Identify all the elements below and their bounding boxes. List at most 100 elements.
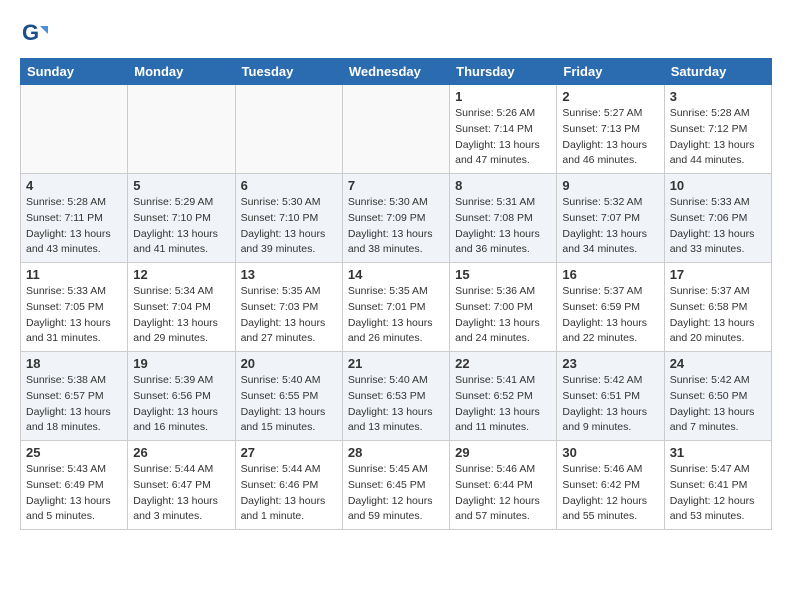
day-number: 18 [26, 356, 122, 371]
calendar-cell: 20 Sunrise: 5:40 AMSunset: 6:55 PMDayligh… [235, 352, 342, 441]
calendar-table: SundayMondayTuesdayWednesdayThursdayFrid… [20, 58, 772, 530]
logo-icon: G [20, 20, 48, 48]
day-info: Sunrise: 5:33 AMSunset: 7:05 PMDaylight:… [26, 285, 111, 344]
day-info: Sunrise: 5:46 AMSunset: 6:44 PMDaylight:… [455, 463, 540, 522]
day-number: 24 [670, 356, 766, 371]
calendar-cell: 14 Sunrise: 5:35 AMSunset: 7:01 PMDayligh… [342, 263, 449, 352]
calendar-cell: 9 Sunrise: 5:32 AMSunset: 7:07 PMDaylight… [557, 174, 664, 263]
col-header-thursday: Thursday [450, 59, 557, 85]
day-number: 1 [455, 89, 551, 104]
day-number: 9 [562, 178, 658, 193]
day-number: 5 [133, 178, 229, 193]
svg-text:G: G [22, 20, 39, 45]
day-number: 31 [670, 445, 766, 460]
calendar-cell: 30Sunrise: 5:46 AMSunset: 6:42 PMDayligh… [557, 441, 664, 530]
day-number: 17 [670, 267, 766, 282]
day-info: Sunrise: 5:32 AMSunset: 7:07 PMDaylight:… [562, 196, 647, 255]
calendar-cell: 22 Sunrise: 5:41 AMSunset: 6:52 PMDayligh… [450, 352, 557, 441]
day-info: Sunrise: 5:28 AMSunset: 7:11 PMDaylight:… [26, 196, 111, 255]
col-header-sunday: Sunday [21, 59, 128, 85]
day-number: 19 [133, 356, 229, 371]
day-number: 15 [455, 267, 551, 282]
day-number: 13 [241, 267, 337, 282]
calendar-cell: 17 Sunrise: 5:37 AMSunset: 6:58 PMDayligh… [664, 263, 771, 352]
col-header-monday: Monday [128, 59, 235, 85]
calendar-cell: 27 Sunrise: 5:44 AMSunset: 6:46 PMDayligh… [235, 441, 342, 530]
day-info: Sunrise: 5:44 AMSunset: 6:46 PMDaylight:… [241, 463, 326, 522]
day-info: Sunrise: 5:46 AMSunset: 6:42 PMDaylight:… [562, 463, 647, 522]
day-info: Sunrise: 5:37 AMSunset: 6:58 PMDaylight:… [670, 285, 755, 344]
day-info: Sunrise: 5:29 AMSunset: 7:10 PMDaylight:… [133, 196, 218, 255]
day-number: 7 [348, 178, 444, 193]
day-number: 16 [562, 267, 658, 282]
day-info: Sunrise: 5:45 AMSunset: 6:45 PMDaylight:… [348, 463, 433, 522]
day-info: Sunrise: 5:34 AMSunset: 7:04 PMDaylight:… [133, 285, 218, 344]
calendar-cell: 18Sunrise: 5:38 AMSunset: 6:57 PMDayligh… [21, 352, 128, 441]
day-info: Sunrise: 5:35 AMSunset: 7:03 PMDaylight:… [241, 285, 326, 344]
calendar-cell: 24Sunrise: 5:42 AMSunset: 6:50 PMDayligh… [664, 352, 771, 441]
calendar-cell: 25 Sunrise: 5:43 AMSunset: 6:49 PMDayligh… [21, 441, 128, 530]
col-header-wednesday: Wednesday [342, 59, 449, 85]
calendar-week-1: 1 Sunrise: 5:26 AMSunset: 7:14 PMDaylight… [21, 85, 772, 174]
calendar-cell: 8 Sunrise: 5:31 AMSunset: 7:08 PMDaylight… [450, 174, 557, 263]
day-info: Sunrise: 5:27 AMSunset: 7:13 PMDaylight:… [562, 107, 647, 166]
calendar-cell: 28 Sunrise: 5:45 AMSunset: 6:45 PMDayligh… [342, 441, 449, 530]
day-info: Sunrise: 5:41 AMSunset: 6:52 PMDaylight:… [455, 374, 540, 433]
col-header-friday: Friday [557, 59, 664, 85]
logo: G [20, 20, 52, 48]
calendar-cell: 15 Sunrise: 5:36 AMSunset: 7:00 PMDayligh… [450, 263, 557, 352]
day-number: 27 [241, 445, 337, 460]
calendar-body: 1 Sunrise: 5:26 AMSunset: 7:14 PMDaylight… [21, 85, 772, 530]
calendar-cell [235, 85, 342, 174]
day-info: Sunrise: 5:28 AMSunset: 7:12 PMDaylight:… [670, 107, 755, 166]
calendar-cell: 10Sunrise: 5:33 AMSunset: 7:06 PMDayligh… [664, 174, 771, 263]
calendar-cell: 26Sunrise: 5:44 AMSunset: 6:47 PMDayligh… [128, 441, 235, 530]
day-info: Sunrise: 5:35 AMSunset: 7:01 PMDaylight:… [348, 285, 433, 344]
day-number: 3 [670, 89, 766, 104]
day-info: Sunrise: 5:31 AMSunset: 7:08 PMDaylight:… [455, 196, 540, 255]
day-info: Sunrise: 5:36 AMSunset: 7:00 PMDaylight:… [455, 285, 540, 344]
calendar-cell: 4 Sunrise: 5:28 AMSunset: 7:11 PMDaylight… [21, 174, 128, 263]
day-info: Sunrise: 5:40 AMSunset: 6:53 PMDaylight:… [348, 374, 433, 433]
calendar-cell: 11 Sunrise: 5:33 AMSunset: 7:05 PMDayligh… [21, 263, 128, 352]
calendar-cell [342, 85, 449, 174]
day-info: Sunrise: 5:30 AMSunset: 7:09 PMDaylight:… [348, 196, 433, 255]
calendar-cell: 21 Sunrise: 5:40 AMSunset: 6:53 PMDayligh… [342, 352, 449, 441]
day-info: Sunrise: 5:42 AMSunset: 6:51 PMDaylight:… [562, 374, 647, 433]
col-header-saturday: Saturday [664, 59, 771, 85]
day-number: 26 [133, 445, 229, 460]
header: G [20, 20, 772, 48]
day-number: 11 [26, 267, 122, 282]
day-number: 4 [26, 178, 122, 193]
calendar-cell: 12Sunrise: 5:34 AMSunset: 7:04 PMDayligh… [128, 263, 235, 352]
calendar-cell: 13 Sunrise: 5:35 AMSunset: 7:03 PMDayligh… [235, 263, 342, 352]
day-number: 8 [455, 178, 551, 193]
day-number: 25 [26, 445, 122, 460]
calendar-week-2: 4 Sunrise: 5:28 AMSunset: 7:11 PMDaylight… [21, 174, 772, 263]
day-info: Sunrise: 5:39 AMSunset: 6:56 PMDaylight:… [133, 374, 218, 433]
calendar-cell: 16Sunrise: 5:37 AMSunset: 6:59 PMDayligh… [557, 263, 664, 352]
day-info: Sunrise: 5:47 AMSunset: 6:41 PMDaylight:… [670, 463, 755, 522]
day-number: 28 [348, 445, 444, 460]
calendar-cell [128, 85, 235, 174]
calendar-header-row: SundayMondayTuesdayWednesdayThursdayFrid… [21, 59, 772, 85]
day-number: 22 [455, 356, 551, 371]
calendar-cell: 7 Sunrise: 5:30 AMSunset: 7:09 PMDaylight… [342, 174, 449, 263]
col-header-tuesday: Tuesday [235, 59, 342, 85]
day-info: Sunrise: 5:33 AMSunset: 7:06 PMDaylight:… [670, 196, 755, 255]
day-info: Sunrise: 5:26 AMSunset: 7:14 PMDaylight:… [455, 107, 540, 166]
day-number: 21 [348, 356, 444, 371]
day-number: 2 [562, 89, 658, 104]
day-info: Sunrise: 5:43 AMSunset: 6:49 PMDaylight:… [26, 463, 111, 522]
day-number: 14 [348, 267, 444, 282]
calendar-week-4: 18Sunrise: 5:38 AMSunset: 6:57 PMDayligh… [21, 352, 772, 441]
day-number: 6 [241, 178, 337, 193]
day-number: 29 [455, 445, 551, 460]
day-number: 20 [241, 356, 337, 371]
calendar-cell [21, 85, 128, 174]
day-info: Sunrise: 5:40 AMSunset: 6:55 PMDaylight:… [241, 374, 326, 433]
calendar-cell: 31 Sunrise: 5:47 AMSunset: 6:41 PMDayligh… [664, 441, 771, 530]
day-number: 23 [562, 356, 658, 371]
calendar-cell: 5 Sunrise: 5:29 AMSunset: 7:10 PMDaylight… [128, 174, 235, 263]
calendar-cell: 3 Sunrise: 5:28 AMSunset: 7:12 PMDaylight… [664, 85, 771, 174]
